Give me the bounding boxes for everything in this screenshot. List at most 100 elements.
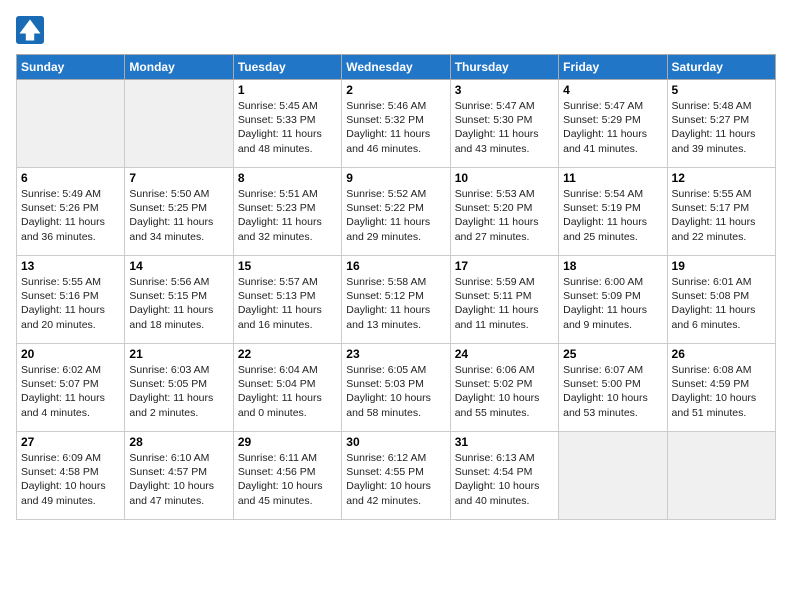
- column-header-friday: Friday: [559, 55, 667, 80]
- cell-details: Sunrise: 5:54 AMSunset: 5:19 PMDaylight:…: [563, 187, 662, 244]
- cell-details: Sunrise: 5:45 AMSunset: 5:33 PMDaylight:…: [238, 99, 337, 156]
- calendar-cell: 12 Sunrise: 5:55 AMSunset: 5:17 PMDayligh…: [667, 168, 775, 256]
- calendar-cell: 3 Sunrise: 5:47 AMSunset: 5:30 PMDaylight…: [450, 80, 558, 168]
- calendar-cell: [17, 80, 125, 168]
- calendar-cell: 26 Sunrise: 6:08 AMSunset: 4:59 PMDayligh…: [667, 344, 775, 432]
- cell-details: Sunrise: 5:46 AMSunset: 5:32 PMDaylight:…: [346, 99, 445, 156]
- calendar-cell: 31 Sunrise: 6:13 AMSunset: 4:54 PMDayligh…: [450, 432, 558, 520]
- calendar-header-row: SundayMondayTuesdayWednesdayThursdayFrid…: [17, 55, 776, 80]
- day-number: 24: [455, 347, 554, 361]
- day-number: 28: [129, 435, 228, 449]
- cell-details: Sunrise: 6:13 AMSunset: 4:54 PMDaylight:…: [455, 451, 554, 508]
- calendar-cell: 22Sunrise: 6:04 AMSunset: 5:04 PMDayligh…: [233, 344, 341, 432]
- day-number: 5: [672, 83, 771, 97]
- cell-details: Sunrise: 5:55 AMSunset: 5:16 PMDaylight:…: [21, 275, 120, 332]
- day-number: 31: [455, 435, 554, 449]
- calendar-cell: 7 Sunrise: 5:50 AMSunset: 5:25 PMDaylight…: [125, 168, 233, 256]
- column-header-monday: Monday: [125, 55, 233, 80]
- calendar-cell: 27 Sunrise: 6:09 AMSunset: 4:58 PMDayligh…: [17, 432, 125, 520]
- calendar-cell: 18Sunrise: 6:00 AMSunset: 5:09 PMDayligh…: [559, 256, 667, 344]
- cell-details: Sunrise: 6:08 AMSunset: 4:59 PMDaylight:…: [672, 363, 771, 420]
- cell-details: Sunrise: 6:02 AMSunset: 5:07 PMDaylight:…: [21, 363, 120, 420]
- calendar-cell: 14Sunrise: 5:56 AMSunset: 5:15 PMDayligh…: [125, 256, 233, 344]
- day-number: 29: [238, 435, 337, 449]
- day-number: 21: [129, 347, 228, 361]
- calendar-week-row: 13 Sunrise: 5:55 AMSunset: 5:16 PMDayligh…: [17, 256, 776, 344]
- cell-details: Sunrise: 5:58 AMSunset: 5:12 PMDaylight:…: [346, 275, 445, 332]
- cell-details: Sunrise: 5:49 AMSunset: 5:26 PMDaylight:…: [21, 187, 120, 244]
- calendar-cell: 6 Sunrise: 5:49 AMSunset: 5:26 PMDaylight…: [17, 168, 125, 256]
- cell-details: Sunrise: 5:59 AMSunset: 5:11 PMDaylight:…: [455, 275, 554, 332]
- calendar-cell: 5Sunrise: 5:48 AMSunset: 5:27 PMDaylight…: [667, 80, 775, 168]
- day-number: 10: [455, 171, 554, 185]
- cell-details: Sunrise: 5:50 AMSunset: 5:25 PMDaylight:…: [129, 187, 228, 244]
- cell-details: Sunrise: 6:09 AMSunset: 4:58 PMDaylight:…: [21, 451, 120, 508]
- calendar-cell: 30 Sunrise: 6:12 AMSunset: 4:55 PMDayligh…: [342, 432, 450, 520]
- calendar-cell: 16Sunrise: 5:58 AMSunset: 5:12 PMDayligh…: [342, 256, 450, 344]
- calendar-cell: 21 Sunrise: 6:03 AMSunset: 5:05 PMDayligh…: [125, 344, 233, 432]
- calendar-cell: 8 Sunrise: 5:51 AMSunset: 5:23 PMDaylight…: [233, 168, 341, 256]
- day-number: 25: [563, 347, 662, 361]
- day-number: 20: [21, 347, 120, 361]
- calendar-cell: 4Sunrise: 5:47 AMSunset: 5:29 PMDaylight…: [559, 80, 667, 168]
- calendar-cell: 23 Sunrise: 6:05 AMSunset: 5:03 PMDayligh…: [342, 344, 450, 432]
- day-number: 9: [346, 171, 445, 185]
- calendar-cell: 17Sunrise: 5:59 AMSunset: 5:11 PMDayligh…: [450, 256, 558, 344]
- day-number: 26: [672, 347, 771, 361]
- cell-details: Sunrise: 6:10 AMSunset: 4:57 PMDaylight:…: [129, 451, 228, 508]
- cell-details: Sunrise: 5:47 AMSunset: 5:29 PMDaylight:…: [563, 99, 662, 156]
- calendar-week-row: 1 Sunrise: 5:45 AMSunset: 5:33 PMDaylight…: [17, 80, 776, 168]
- calendar-cell: 1 Sunrise: 5:45 AMSunset: 5:33 PMDaylight…: [233, 80, 341, 168]
- day-number: 3: [455, 83, 554, 97]
- calendar-cell: 9 Sunrise: 5:52 AMSunset: 5:22 PMDaylight…: [342, 168, 450, 256]
- calendar-week-row: 20 Sunrise: 6:02 AMSunset: 5:07 PMDayligh…: [17, 344, 776, 432]
- column-header-sunday: Sunday: [17, 55, 125, 80]
- day-number: 27: [21, 435, 120, 449]
- logo-icon: [16, 16, 44, 44]
- column-header-thursday: Thursday: [450, 55, 558, 80]
- logo: [16, 16, 46, 44]
- cell-details: Sunrise: 6:12 AMSunset: 4:55 PMDaylight:…: [346, 451, 445, 508]
- day-number: 23: [346, 347, 445, 361]
- cell-details: Sunrise: 5:56 AMSunset: 5:15 PMDaylight:…: [129, 275, 228, 332]
- cell-details: Sunrise: 6:06 AMSunset: 5:02 PMDaylight:…: [455, 363, 554, 420]
- cell-details: Sunrise: 5:53 AMSunset: 5:20 PMDaylight:…: [455, 187, 554, 244]
- day-number: 7: [129, 171, 228, 185]
- calendar-cell: [559, 432, 667, 520]
- day-number: 30: [346, 435, 445, 449]
- calendar-cell: 13 Sunrise: 5:55 AMSunset: 5:16 PMDayligh…: [17, 256, 125, 344]
- day-number: 12: [672, 171, 771, 185]
- calendar-cell: [667, 432, 775, 520]
- column-header-saturday: Saturday: [667, 55, 775, 80]
- calendar-cell: 15 Sunrise: 5:57 AMSunset: 5:13 PMDayligh…: [233, 256, 341, 344]
- calendar-cell: 25 Sunrise: 6:07 AMSunset: 5:00 PMDayligh…: [559, 344, 667, 432]
- column-header-wednesday: Wednesday: [342, 55, 450, 80]
- day-number: 6: [21, 171, 120, 185]
- cell-details: Sunrise: 5:55 AMSunset: 5:17 PMDaylight:…: [672, 187, 771, 244]
- calendar-cell: 28 Sunrise: 6:10 AMSunset: 4:57 PMDayligh…: [125, 432, 233, 520]
- cell-details: Sunrise: 5:51 AMSunset: 5:23 PMDaylight:…: [238, 187, 337, 244]
- day-number: 1: [238, 83, 337, 97]
- cell-details: Sunrise: 5:52 AMSunset: 5:22 PMDaylight:…: [346, 187, 445, 244]
- column-header-tuesday: Tuesday: [233, 55, 341, 80]
- calendar-week-row: 27 Sunrise: 6:09 AMSunset: 4:58 PMDayligh…: [17, 432, 776, 520]
- day-number: 22: [238, 347, 337, 361]
- day-number: 13: [21, 259, 120, 273]
- cell-details: Sunrise: 6:01 AMSunset: 5:08 PMDaylight:…: [672, 275, 771, 332]
- cell-details: Sunrise: 6:03 AMSunset: 5:05 PMDaylight:…: [129, 363, 228, 420]
- calendar-cell: 20 Sunrise: 6:02 AMSunset: 5:07 PMDayligh…: [17, 344, 125, 432]
- cell-details: Sunrise: 5:57 AMSunset: 5:13 PMDaylight:…: [238, 275, 337, 332]
- cell-details: Sunrise: 5:47 AMSunset: 5:30 PMDaylight:…: [455, 99, 554, 156]
- day-number: 15: [238, 259, 337, 273]
- calendar-cell: 10 Sunrise: 5:53 AMSunset: 5:20 PMDayligh…: [450, 168, 558, 256]
- calendar-cell: 29Sunrise: 6:11 AMSunset: 4:56 PMDayligh…: [233, 432, 341, 520]
- day-number: 2: [346, 83, 445, 97]
- cell-details: Sunrise: 6:00 AMSunset: 5:09 PMDaylight:…: [563, 275, 662, 332]
- day-number: 8: [238, 171, 337, 185]
- cell-details: Sunrise: 6:05 AMSunset: 5:03 PMDaylight:…: [346, 363, 445, 420]
- day-number: 11: [563, 171, 662, 185]
- cell-details: Sunrise: 6:07 AMSunset: 5:00 PMDaylight:…: [563, 363, 662, 420]
- page-header: [16, 16, 776, 44]
- calendar-cell: 24 Sunrise: 6:06 AMSunset: 5:02 PMDayligh…: [450, 344, 558, 432]
- calendar-table: SundayMondayTuesdayWednesdayThursdayFrid…: [16, 54, 776, 520]
